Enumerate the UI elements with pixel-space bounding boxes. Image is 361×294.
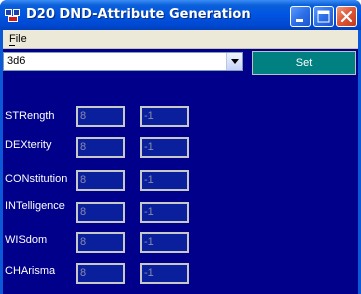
- close-button[interactable]: [336, 6, 357, 27]
- attribute-modifier-field[interactable]: -1: [140, 202, 189, 223]
- menu-item-file[interactable]: File: [9, 33, 27, 45]
- attribute-label: CHArisma: [5, 265, 56, 277]
- menu-file-mnemonic: [9, 45, 15, 46]
- set-button[interactable]: Set: [252, 51, 356, 75]
- attribute-score-field[interactable]: 8: [76, 170, 125, 191]
- attribute-label: WISdom: [5, 234, 48, 246]
- title-bar[interactable]: D20 DND-Attribute Generation: [0, 0, 361, 30]
- attribute-score-field[interactable]: 8: [76, 202, 125, 223]
- attribute-modifier-field[interactable]: -1: [140, 232, 189, 253]
- dice-select[interactable]: 3d6: [3, 52, 243, 71]
- attribute-score-field[interactable]: 8: [76, 232, 125, 253]
- attribute-score-field[interactable]: 8: [76, 263, 125, 284]
- dropdown-button[interactable]: [226, 53, 242, 70]
- attribute-label: DEXterity: [5, 139, 52, 151]
- minimize-icon: [296, 19, 303, 22]
- maximize-icon: [317, 10, 330, 23]
- attribute-label: STRength: [5, 110, 55, 122]
- dice-select-value: 3d6: [7, 55, 26, 67]
- attribute-modifier-field[interactable]: -1: [140, 137, 189, 158]
- app-icon[interactable]: [5, 7, 21, 23]
- maximize-button[interactable]: [313, 6, 334, 27]
- attribute-modifier-field[interactable]: -1: [140, 170, 189, 191]
- chevron-down-icon: [231, 59, 239, 64]
- attribute-score-field[interactable]: 8: [76, 137, 125, 158]
- window-title: D20 DND-Attribute Generation: [26, 7, 251, 22]
- minimize-button[interactable]: [290, 6, 311, 27]
- menu-bar: File: [3, 30, 358, 49]
- attribute-label: INTelligence: [5, 200, 65, 212]
- attribute-label: CONstitution: [5, 173, 68, 185]
- attribute-score-field[interactable]: 8: [76, 106, 125, 127]
- attribute-modifier-field[interactable]: -1: [140, 263, 189, 284]
- app-window: D20 DND-Attribute Generation File 3d6 Se…: [0, 0, 361, 294]
- attribute-modifier-field[interactable]: -1: [140, 106, 189, 127]
- close-icon: [340, 10, 353, 23]
